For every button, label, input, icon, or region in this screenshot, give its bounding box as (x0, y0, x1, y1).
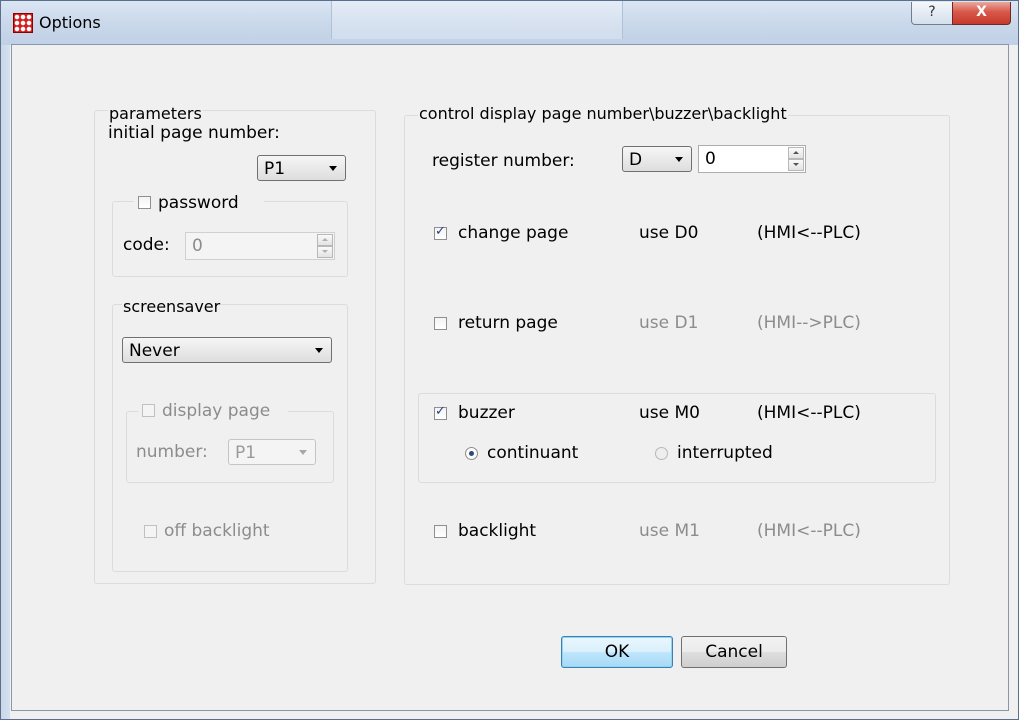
title-bar: Options ? X (1, 1, 1018, 45)
background-window-strip (331, 1, 623, 39)
backlight-direction: (HMI<--PLC) (757, 521, 861, 541)
register-type-combo[interactable]: D (622, 146, 692, 172)
register-type-value: D (629, 150, 643, 170)
change-page-direction: (HMI<--PLC) (757, 223, 861, 243)
number-value: P1 (235, 443, 257, 463)
cancel-button[interactable]: Cancel (681, 636, 787, 668)
password-header: password (134, 193, 264, 213)
number-combo[interactable]: P1 (228, 439, 316, 465)
window-frame-left (1, 45, 10, 719)
password-checkbox[interactable] (138, 196, 151, 209)
initial-page-combo[interactable]: P1 (257, 155, 346, 181)
chevron-down-icon (299, 450, 307, 455)
continuant-label: continuant (487, 443, 579, 463)
window-title: Options (39, 13, 101, 32)
app-icon (13, 13, 33, 33)
screensaver-value: Never (129, 341, 180, 361)
control-group-label: control display page number\buzzer\backl… (418, 104, 788, 123)
initial-page-label: initial page number: (108, 123, 280, 143)
spin-up-icon[interactable] (317, 234, 333, 246)
display-page-label: display page (162, 401, 271, 421)
code-spinbox[interactable]: 0 (185, 232, 335, 260)
backlight-checkbox[interactable] (434, 525, 447, 538)
change-page-label: change page (458, 223, 569, 243)
initial-page-value: P1 (264, 159, 286, 179)
display-page-checkbox[interactable] (142, 404, 155, 417)
backlight-label: backlight (458, 521, 537, 541)
buzzer-label: buzzer (458, 403, 515, 423)
return-page-checkbox[interactable] (434, 317, 447, 330)
code-spin-buttons[interactable] (317, 234, 333, 258)
return-page-direction: (HMI-->PLC) (757, 313, 861, 333)
return-page-use: use D1 (639, 313, 699, 333)
off-backlight-checkbox[interactable] (144, 525, 157, 538)
chevron-down-icon (315, 348, 323, 353)
dialog-client-area: parameters initial page number: P1 passw… (11, 44, 1009, 711)
help-button[interactable]: ? (911, 2, 953, 25)
return-page-label: return page (458, 313, 558, 333)
spin-up-icon[interactable] (788, 147, 804, 159)
register-number-spinbox[interactable]: 0 (698, 145, 806, 173)
buzzer-use: use M0 (639, 403, 700, 423)
chevron-down-icon (329, 166, 337, 171)
backlight-use: use M1 (639, 521, 700, 541)
chevron-down-icon (675, 157, 683, 162)
screensaver-group-label: screensaver (122, 297, 222, 316)
off-backlight-label: off backlight (164, 521, 270, 541)
interrupted-radio[interactable] (655, 447, 668, 460)
options-dialog: Options ? X parameters initial page numb… (0, 0, 1019, 720)
buzzer-direction: (HMI<--PLC) (757, 403, 861, 423)
register-spin-buttons[interactable] (788, 147, 804, 171)
parameters-group-label: parameters (108, 104, 203, 123)
register-number-label: register number: (432, 151, 575, 171)
change-page-use: use D0 (639, 223, 699, 243)
control-group (404, 115, 950, 585)
buzzer-checkbox[interactable] (434, 404, 447, 420)
password-label: password (158, 193, 239, 213)
display-page-header: display page (138, 401, 288, 421)
close-button[interactable]: X (952, 2, 1011, 25)
code-value: 0 (192, 236, 203, 256)
spin-down-icon[interactable] (317, 246, 333, 258)
screensaver-combo[interactable]: Never (122, 337, 332, 363)
number-label: number: (136, 442, 208, 462)
ok-button[interactable]: OK (561, 636, 673, 668)
code-label: code: (123, 235, 170, 255)
change-page-checkbox[interactable] (434, 224, 447, 240)
interrupted-label: interrupted (677, 443, 773, 463)
register-number-value: 0 (705, 149, 716, 169)
spin-down-icon[interactable] (788, 159, 804, 171)
continuant-radio[interactable] (465, 447, 478, 460)
